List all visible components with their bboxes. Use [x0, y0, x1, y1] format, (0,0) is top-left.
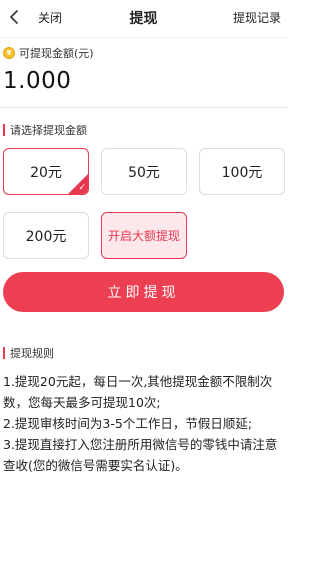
rule-line: 2.提现审核时间为3-5个工作日，节假日顺延; — [3, 416, 253, 431]
amount-option-20[interactable]: 20元 ✓ — [3, 148, 89, 195]
withdraw-now-button[interactable]: 立即提现 — [3, 272, 284, 312]
rules-text: 1.提现20元起，每日一次,其他提现金额不限制次数，您每天最多可提现10次; 2… — [3, 371, 284, 476]
check-icon: ✓ — [78, 183, 86, 193]
available-balance-label: 可提现金额(元) — [19, 47, 94, 60]
balance-divider — [0, 107, 287, 108]
rules-section-title: 提现规则 — [3, 346, 54, 360]
amount-option-label: 20元 — [30, 164, 62, 181]
amount-option-label: 50元 — [128, 164, 160, 181]
rule-line: 1.提现20元起，每日一次,其他提现金额不限制次数，您每天最多可提现10次; — [3, 374, 273, 410]
amount-option-label: 开启大额提现 — [107, 229, 180, 243]
top-bar: 关闭 提现 提现记录 — [0, 0, 287, 36]
amount-section-title: 请选择提现金额 — [3, 123, 87, 137]
amount-option-50[interactable]: 50元 — [101, 148, 187, 195]
amount-option-100[interactable]: 100元 — [199, 148, 285, 195]
section-marker — [3, 124, 5, 136]
coin-icon: ¥ — [3, 47, 15, 59]
amount-option-200[interactable]: 200元 — [3, 212, 89, 259]
header-divider — [0, 37, 287, 38]
rules-section-label: 提现规则 — [10, 347, 54, 360]
available-balance-label-row: ¥ 可提现金额(元) — [3, 45, 94, 61]
amount-option-label: 200元 — [25, 228, 67, 245]
rule-line: 3.提现直接打入您注册所用微信号的零钱中请注意查收(您的微信号需要实名认证)。 — [3, 437, 278, 473]
withdraw-records-link[interactable]: 提现记录 — [233, 9, 281, 26]
amount-option-label: 100元 — [221, 164, 263, 181]
amount-section-label: 请选择提现金额 — [10, 124, 87, 137]
enable-large-withdraw-button[interactable]: 开启大额提现 — [101, 212, 187, 259]
section-marker — [3, 347, 5, 359]
available-balance-value: 1.000 — [3, 68, 72, 94]
